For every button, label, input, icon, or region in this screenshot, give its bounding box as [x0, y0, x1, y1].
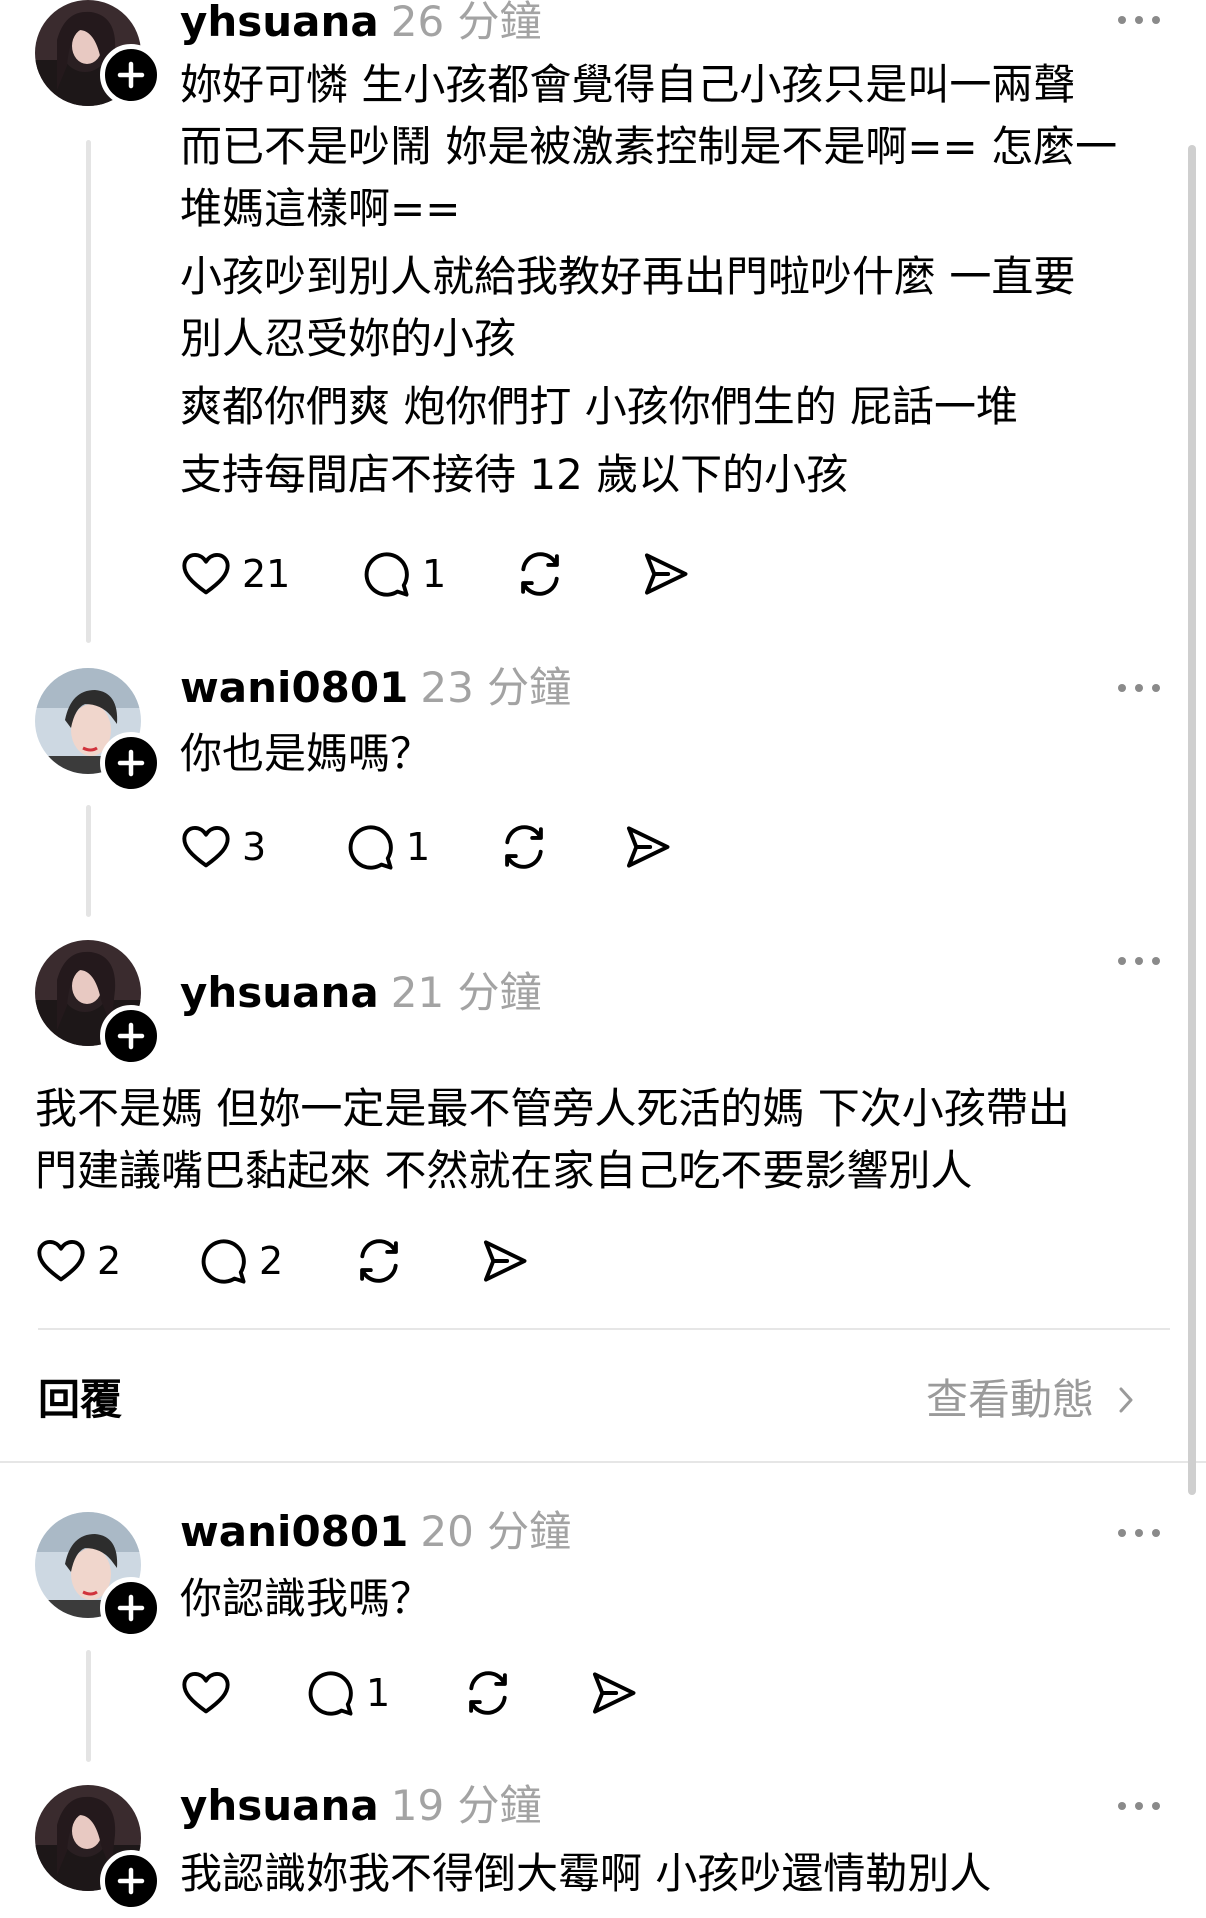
share-button[interactable] — [622, 817, 674, 877]
post-text-line: 妳好可憐 生小孩都會覺得自己小孩只是叫一兩聲 — [180, 60, 1076, 109]
chevron-right-icon — [1116, 1385, 1136, 1415]
plus-icon[interactable] — [100, 1850, 162, 1912]
send-icon — [479, 1235, 531, 1287]
timestamp: 26 分鐘 — [390, 0, 542, 46]
repost-icon — [514, 548, 566, 600]
comment-icon — [197, 1235, 249, 1287]
heart-icon — [35, 1235, 87, 1287]
like-button[interactable]: 21 — [180, 544, 290, 604]
plus-icon[interactable] — [100, 732, 162, 794]
username[interactable]: yhsuana — [180, 0, 379, 46]
timestamp: 21 分鐘 — [390, 968, 542, 1017]
like-button[interactable]: 3 — [180, 817, 266, 877]
repost-button[interactable] — [498, 817, 550, 877]
action-bar: 21 1 — [180, 544, 740, 604]
plus-icon[interactable] — [100, 1577, 162, 1639]
comment-icon — [344, 821, 396, 873]
post-text-line: 門建議嘴巴黏起來 不然就在家自己吃不要影響別人 — [35, 1146, 973, 1195]
repost-icon — [498, 821, 550, 873]
repost-icon — [462, 1667, 514, 1719]
share-button[interactable] — [640, 544, 692, 604]
reply-button[interactable]: 1 — [344, 817, 430, 877]
post-text-line: 支持每間店不接待 12 歲以下的小孩 — [180, 450, 849, 499]
thread-line — [86, 1650, 91, 1762]
post-text: 我認識妳我不得倒大霉啊 小孩吵還情勒別人 — [180, 1843, 991, 1905]
scrollbar[interactable] — [1188, 145, 1196, 1495]
more-dots-icon[interactable] — [1114, 951, 1164, 971]
thread-line — [86, 805, 91, 917]
post-text: 我不是媽 但妳一定是最不管旁人死活的媽 下次小孩帶出 門建議嘴巴黏起來 不然就在… — [35, 1078, 1070, 1202]
post-text-line: 我認識妳我不得倒大霉啊 小孩吵還情勒別人 — [180, 1849, 992, 1898]
post-header: wani0801 23 分鐘 — [180, 663, 571, 713]
section-divider — [0, 1461, 1206, 1463]
post-header: wani0801 20 分鐘 — [180, 1507, 571, 1557]
like-button[interactable]: 2 — [35, 1231, 121, 1291]
timestamp: 20 分鐘 — [420, 1507, 572, 1556]
repost-button[interactable] — [514, 544, 566, 604]
post-text-line: 而已不是吵鬧 妳是被激素控制是不是啊== 怎麼一 — [180, 122, 1118, 171]
divider — [38, 1328, 1170, 1330]
repost-button[interactable] — [462, 1663, 514, 1723]
post-text-line: 小孩吵到別人就給我教好再出門啦吵什麼 一直要 — [180, 252, 1076, 301]
more-dots-icon[interactable] — [1114, 678, 1164, 698]
username[interactable]: yhsuana — [180, 968, 379, 1017]
post-text-line: 別人忍受妳的小孩 — [180, 314, 517, 363]
thread-line — [86, 140, 91, 643]
post-text-line: 你也是媽嗎？ — [180, 729, 433, 778]
more-dots-icon[interactable] — [1114, 1523, 1164, 1543]
reply-button[interactable]: 2 — [197, 1231, 283, 1291]
like-button[interactable] — [180, 1663, 242, 1723]
replies-header: 回覆 — [38, 1375, 123, 1424]
comment-icon — [360, 548, 412, 600]
post-text: 你也是媽嗎？ — [180, 723, 432, 785]
post-text: 你認識我嗎？ — [180, 1568, 432, 1630]
timestamp: 23 分鐘 — [420, 663, 572, 712]
heart-icon — [180, 1667, 232, 1719]
post-text: 妳好可憐 生小孩都會覺得自己小孩只是叫一兩聲 而已不是吵鬧 妳是被激素控制是不是… — [180, 54, 1117, 506]
repost-button[interactable] — [353, 1231, 405, 1291]
reply-count: 1 — [422, 552, 447, 596]
like-count: 3 — [242, 825, 267, 869]
heart-icon — [180, 821, 232, 873]
reply-button[interactable]: 1 — [360, 544, 446, 604]
action-bar: 2 2 — [35, 1231, 555, 1291]
repost-icon — [353, 1235, 405, 1287]
post-text-line: 堆媽這樣啊== — [180, 184, 461, 233]
reply-count: 1 — [406, 825, 431, 869]
view-activity-link[interactable]: 查看動態 — [926, 1370, 1136, 1430]
send-icon — [622, 821, 674, 873]
post-header: yhsuana 26 分鐘 — [180, 0, 542, 47]
plus-icon[interactable] — [100, 1005, 162, 1067]
more-dots-icon[interactable] — [1114, 10, 1164, 30]
share-button[interactable] — [479, 1231, 531, 1291]
send-icon — [640, 548, 692, 600]
reply-count: 2 — [259, 1239, 284, 1283]
post-header: yhsuana 19 分鐘 — [180, 1781, 542, 1831]
post-header: yhsuana 21 分鐘 — [180, 968, 542, 1018]
action-bar: 3 1 — [180, 817, 700, 877]
post-text-line: 我不是媽 但妳一定是最不管旁人死活的媽 下次小孩帶出 — [35, 1084, 1070, 1133]
comment-icon — [304, 1667, 356, 1719]
reply-count: 1 — [366, 1671, 391, 1715]
username[interactable]: yhsuana — [180, 1781, 379, 1830]
username[interactable]: wani0801 — [180, 1507, 408, 1556]
like-count: 21 — [242, 552, 291, 596]
send-icon — [588, 1667, 640, 1719]
share-button[interactable] — [588, 1663, 640, 1723]
plus-icon[interactable] — [100, 44, 162, 106]
username[interactable]: wani0801 — [180, 663, 408, 712]
like-count: 2 — [97, 1239, 122, 1283]
more-dots-icon[interactable] — [1114, 1796, 1164, 1816]
reply-button[interactable]: 1 — [304, 1663, 390, 1723]
post-text-line: 你認識我嗎？ — [180, 1574, 433, 1623]
view-activity-label: 查看動態 — [925, 1375, 1094, 1424]
heart-icon — [180, 548, 232, 600]
timestamp: 19 分鐘 — [390, 1781, 542, 1830]
post-text-line: 爽都你們爽 炮你們打 小孩你們生的 屁話一堆 — [180, 382, 1019, 431]
action-bar: 1 — [180, 1663, 660, 1723]
